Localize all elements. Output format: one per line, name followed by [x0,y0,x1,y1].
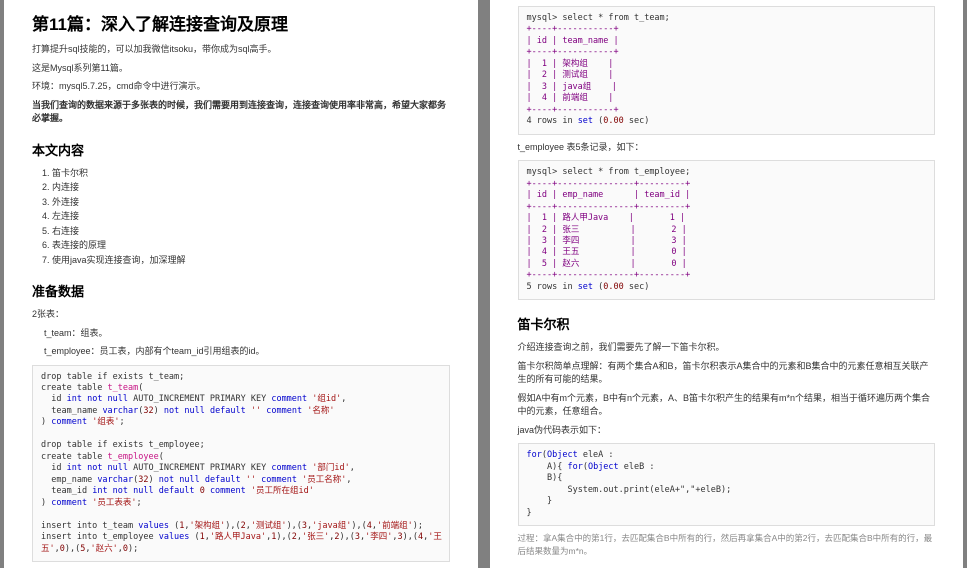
prepare-intro: 2张表： [32,308,450,322]
sql-create-code: drop table if exists t_team; create tabl… [32,365,450,563]
java-pseudo-code: for(Object eleA : A){ for(Object eleB : … [518,443,936,526]
toc-list: 笛卡尔积 内连接 外连接 左连接 右连接 表连接的原理 使用java实现连接查询… [52,167,450,268]
dikaer-para: 介绍连接查询之前，我们需要先了解一下笛卡尔积。 [518,341,936,355]
sql-output-employee: mysql> select * from t_employee; +----+-… [518,160,936,300]
section-dikaer-title: 笛卡尔积 [518,314,936,333]
intro-para: 环境：mysql5.7.25，cmd命令中进行演示。 [32,80,450,94]
note-para: t_employee 表5条记录，如下： [518,141,936,155]
page-left: 第11篇：深入了解连接查询及原理 打算提升sql技能的，可以加我微信itsoku… [4,0,478,568]
dikaer-para: 笛卡尔积简单点理解：有两个集合A和B，笛卡尔积表示A集合中的元素和B集合中的元素… [518,360,936,387]
toc-item: 右连接 [52,225,450,239]
dikaer-para: java伪代码表示如下： [518,424,936,438]
intro-para: 打算提升sql技能的，可以加我微信itsoku，带你成为sql高手。 [32,43,450,57]
page-right: mysql> select * from t_team; +----+-----… [490,0,964,568]
sql-output-team: mysql> select * from t_team; +----+-----… [518,6,936,135]
toc-item: 表连接的原理 [52,239,450,253]
toc-item: 左连接 [52,210,450,224]
prepare-table-desc: t_employee：员工表，内部有个team_id引用组表的id。 [44,345,450,359]
section-content-title: 本文内容 [32,140,450,159]
dikaer-para: 假如A中有m个元素，B中有n个元素，A、B笛卡尔积产生的结果有m*n个结果，相当… [518,392,936,419]
toc-item: 外连接 [52,196,450,210]
toc-item: 笛卡尔积 [52,167,450,181]
article-title: 第11篇：深入了解连接查询及原理 [32,10,450,35]
intro-emphasis: 当我们查询的数据来源于多张表的时候，我们需要用到连接查询，连接查询使用率非常高，… [32,99,450,126]
toc-item: 使用java实现连接查询，加深理解 [52,254,450,268]
prepare-table-desc: t_team：组表。 [44,327,450,341]
toc-item: 内连接 [52,181,450,195]
dikaer-summary: 过程：拿A集合中的第1行，去匹配集合B中所有的行，然后再拿集合A中的第2行，去匹… [518,532,936,558]
intro-para: 这是Mysql系列第11篇。 [32,62,450,76]
section-prepare-title: 准备数据 [32,281,450,300]
